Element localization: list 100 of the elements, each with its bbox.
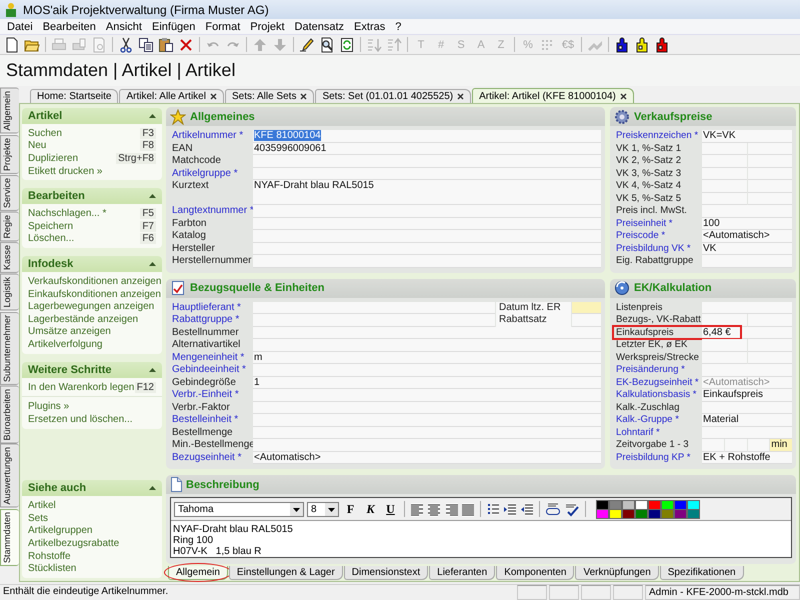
task-link[interactable]: Plugins » (28, 401, 70, 412)
section-header[interactable]: Infodesk (22, 256, 162, 272)
document-tab[interactable]: Artikel: Alle Artikel (119, 89, 224, 103)
input-field[interactable]: <Automatisch> (253, 452, 601, 464)
task-link[interactable]: Artikelbezugsrabatte (28, 538, 120, 550)
document-tab[interactable]: Artikel: Artikel (KFE 81000104) (472, 88, 634, 103)
field-label: Hauptlieferant * (171, 302, 242, 314)
field-label: Preisbildung KP * (615, 452, 692, 464)
menu-item[interactable]: Datei (2, 20, 38, 32)
task-link[interactable]: Artikel (28, 500, 56, 512)
input-field[interactable]: min (770, 439, 792, 452)
task-link[interactable]: Einkaufskonditionen anzeigen (28, 288, 161, 300)
field-label: Katalog (171, 230, 207, 242)
field-label: Listenpreis (615, 302, 664, 314)
page-tab[interactable]: Lieferanten (429, 566, 496, 580)
input-field[interactable]: NYAF-Draht blau RAL5015 (253, 180, 601, 205)
size-select[interactable]: 8 (307, 502, 339, 516)
side-tab[interactable]: Büroarbeiten (0, 386, 19, 444)
menu-item[interactable]: Datensatz (290, 20, 350, 32)
side-tab[interactable]: Service (0, 174, 19, 211)
task-link[interactable]: Lagerbestände anzeigen (28, 314, 138, 325)
document-tab[interactable]: Sets: Set (01.01.01 4025525) (315, 89, 472, 103)
menu-item[interactable]: Bearbeiten (38, 20, 101, 32)
font-select[interactable]: Tahoma (174, 502, 304, 516)
task-link[interactable]: Artikelgruppen (28, 525, 92, 536)
task-link[interactable]: Rohstoffe (28, 550, 71, 562)
task-link[interactable]: Etikett drucken » (28, 166, 102, 177)
task-link[interactable]: Duplizieren (28, 152, 78, 164)
side-tab[interactable]: Stammdaten (0, 508, 19, 566)
page-tab[interactable]: Verknüpfungen (575, 566, 659, 580)
side-tab[interactable]: Regie (0, 212, 19, 242)
menu-item[interactable]: ? (390, 20, 406, 32)
shortcut-key: Strg+F8 (116, 152, 156, 164)
page-tab[interactable]: Einstellungen & Lager (228, 566, 343, 580)
page-title: Stammdaten | Artikel | Artikel (6, 60, 236, 81)
section-header[interactable]: Artikel (22, 108, 162, 124)
input-field[interactable]: m (253, 352, 601, 364)
page-tab[interactable]: Dimensionstext (344, 566, 428, 580)
field-label: Gebindegröße (171, 376, 237, 389)
shortcut-key: F3 (140, 128, 156, 139)
input-field[interactable]: EK + Rohstoffe (702, 452, 792, 464)
input-field[interactable]: KFE 81000104 (253, 130, 601, 142)
section-title: Artikel (28, 110, 62, 122)
input-field[interactable]: 100 (702, 218, 792, 230)
page-tab[interactable]: Komponenten (496, 566, 574, 580)
menu-item[interactable]: Extras (349, 20, 390, 32)
input-field[interactable]: <Automatisch> (702, 230, 792, 242)
field-label: VK 2, %-Satz 2 (615, 155, 682, 168)
section-title: Bezugsquelle & Einheiten (190, 282, 324, 294)
menu-item[interactable]: Projekt (245, 20, 290, 32)
input-field[interactable]: VK=VK (702, 130, 792, 142)
page-tab[interactable]: Spezifikationen (660, 566, 744, 580)
shortcut-key: F6 (140, 233, 156, 244)
task-link[interactable]: Verkaufskonditionen anzeigen (28, 276, 162, 287)
field-label: Farbton (171, 218, 208, 230)
field-label: VK 5, %-Satz 5 (615, 192, 682, 205)
field-label: Einkaufspreis (615, 326, 675, 339)
input-field[interactable]: 4035996009061 (253, 142, 601, 155)
section-header[interactable]: Bearbeiten (22, 188, 162, 204)
input-field[interactable]: Einkaufspreis (702, 389, 792, 402)
section-header[interactable]: Weitere Schritte (22, 362, 162, 378)
field-label: Bestellnummer (171, 326, 240, 339)
task-link[interactable]: Lagerbewegungen anzeigen (28, 301, 154, 312)
menu-item[interactable]: Einfügen (146, 20, 200, 32)
field-label: Min.-Bestellmenge (171, 439, 253, 452)
task-link[interactable]: Sets (28, 512, 48, 524)
window-title: MOS'aik Projektverwaltung (Firma Muster AG) (23, 2, 269, 16)
side-tab[interactable]: Allgemein (0, 88, 19, 134)
document-tab[interactable]: Sets: Alle Sets (224, 89, 314, 103)
side-tab[interactable]: Logistik (0, 274, 19, 311)
format-button[interactable]: U (382, 502, 399, 516)
section-title: Allgemeines (190, 110, 255, 122)
input-field[interactable]: 1 (253, 376, 601, 389)
task-link[interactable]: Ersetzen und löschen... (28, 414, 133, 425)
task-link[interactable]: Umsätze anzeigen (28, 326, 111, 338)
task-link[interactable]: Neu (28, 140, 46, 152)
task-link[interactable]: Stücklisten (28, 563, 76, 574)
side-tab[interactable]: Projekte (0, 134, 19, 174)
section-title: Verkaufspreise (634, 110, 712, 122)
menu-item[interactable]: Format (200, 20, 246, 32)
field-label: VK 1, %-Satz 1 (615, 142, 682, 155)
task-link[interactable]: Suchen (28, 128, 62, 139)
format-button[interactable]: F (342, 502, 359, 516)
task-link[interactable]: Löschen... (28, 233, 74, 244)
field-label: Bezugseinheit * (171, 452, 242, 464)
menu-item[interactable]: Ansicht (100, 20, 147, 32)
field-label: Zeitvorgabe 1 - 3 (615, 439, 690, 452)
task-link[interactable]: Nachschlagen... * (28, 208, 106, 220)
field-label: Verbr.-Faktor (171, 402, 231, 414)
format-button[interactable]: K (362, 502, 379, 516)
task-link[interactable]: Artikelverfolgung (28, 338, 102, 350)
task-link[interactable]: Speichern (28, 220, 74, 232)
side-tab[interactable]: Kasse (0, 242, 19, 274)
side-tab[interactable]: Auswertungen (0, 444, 19, 508)
field-label: EAN (171, 142, 194, 155)
document-tab[interactable]: Home: Startseite (30, 89, 118, 103)
task-link[interactable]: In den Warenkorb legen (28, 382, 134, 393)
input-field[interactable]: Material (702, 414, 792, 426)
side-tab[interactable]: Subunternehmer (0, 312, 19, 385)
input-field[interactable]: VK (702, 242, 792, 255)
